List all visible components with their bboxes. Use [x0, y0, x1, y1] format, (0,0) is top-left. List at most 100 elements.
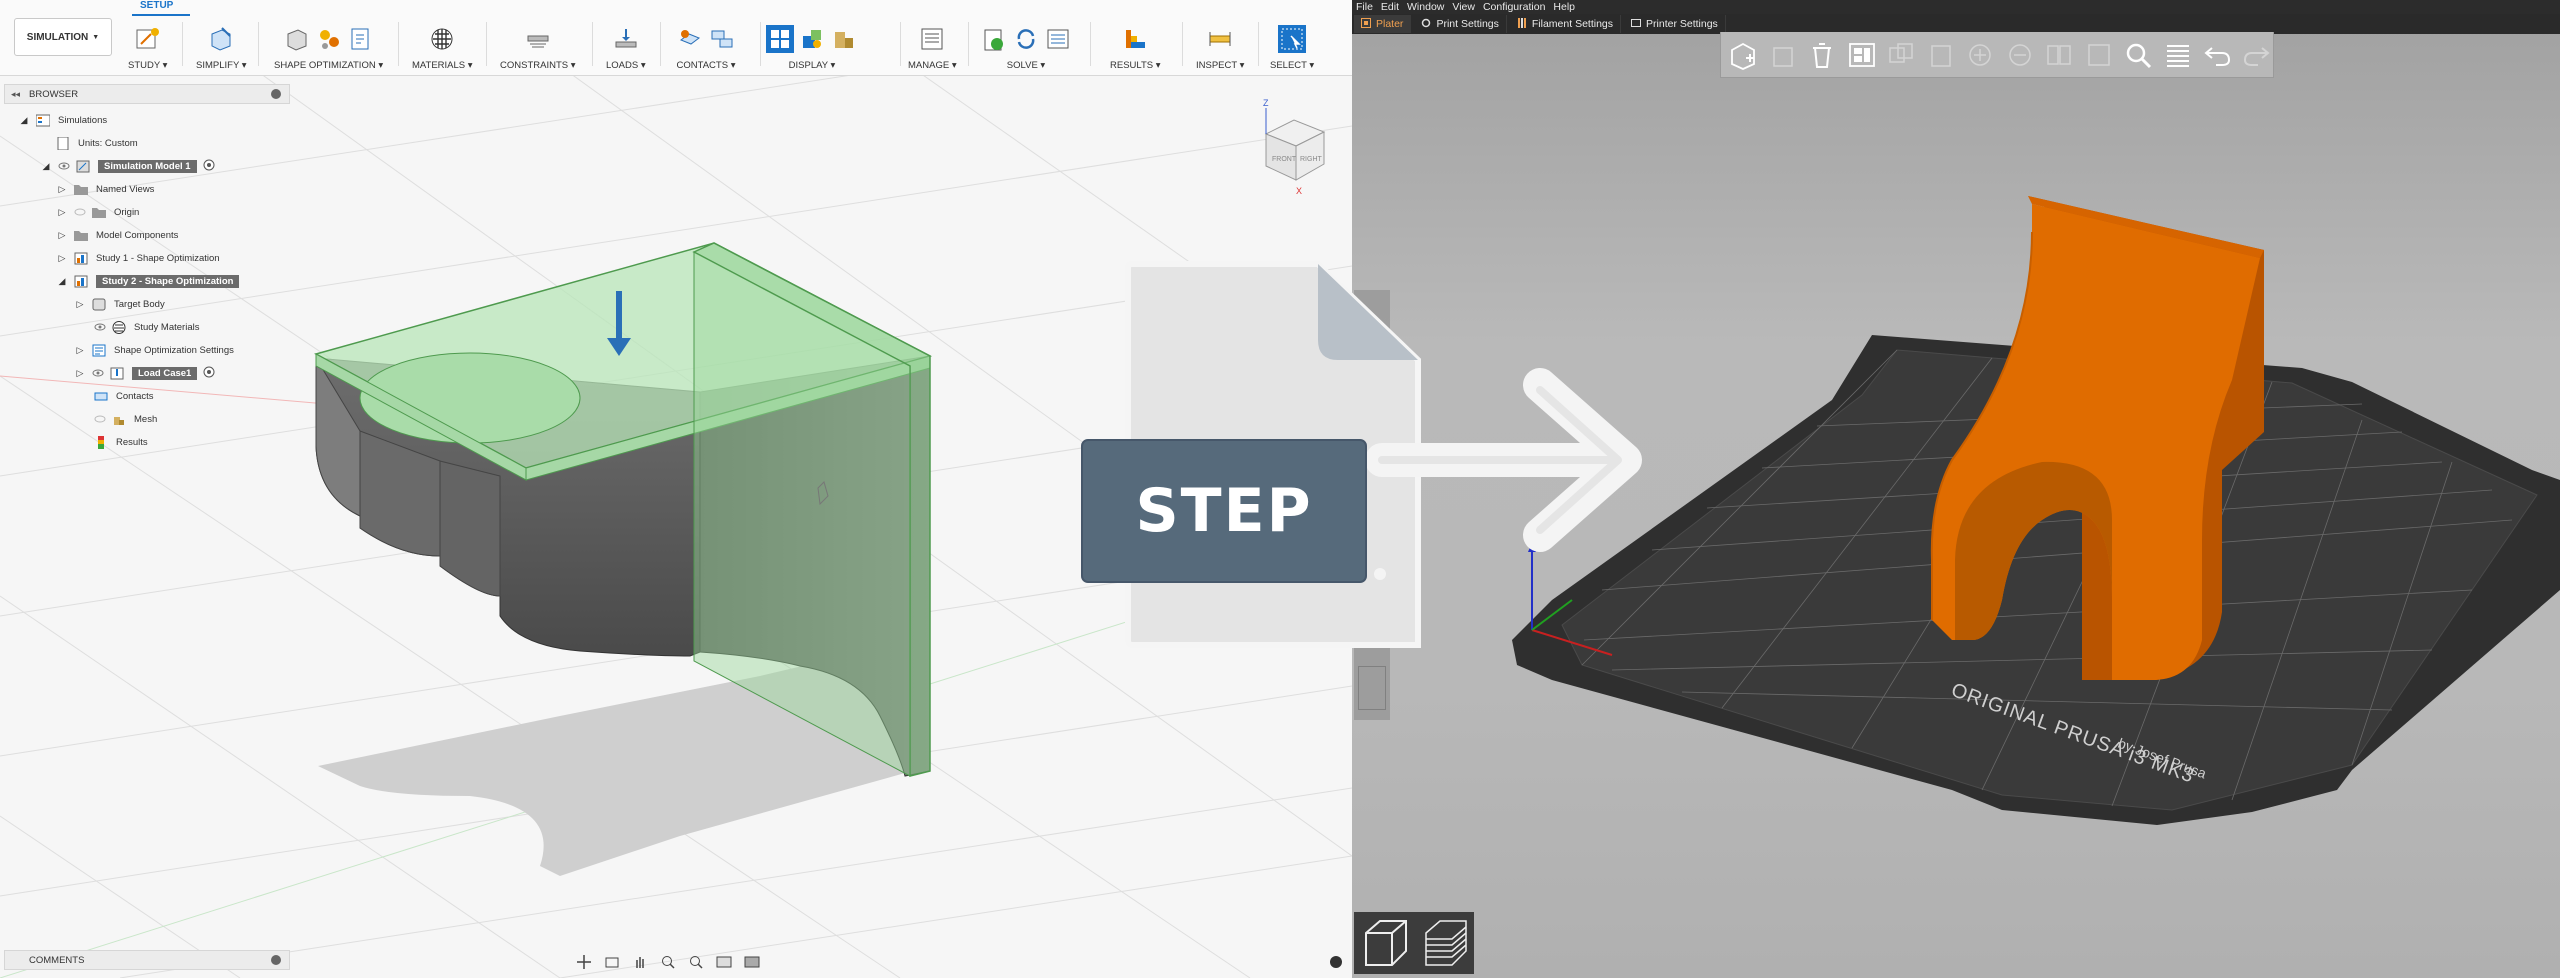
fit-icon[interactable]	[687, 953, 705, 971]
toolbar-group-contacts[interactable]: CONTACTS ▾	[676, 20, 736, 71]
printed-model[interactable]	[1930, 196, 2264, 680]
expand-triangle-icon[interactable]: ▷	[56, 229, 68, 241]
preview-layers-icon[interactable]	[1418, 915, 1474, 971]
orbit-icon[interactable]	[575, 953, 593, 971]
expand-triangle-icon[interactable]: ▷	[56, 183, 68, 195]
tree-node-study-2[interactable]: ◢ Study 2 - Shape Optimization	[56, 271, 240, 291]
manual-contacts-icon[interactable]	[708, 25, 736, 53]
tree-node-model-components[interactable]: ▷ Model Components	[56, 225, 178, 245]
toolbar-group-manage[interactable]: MANAGE ▾	[908, 20, 957, 71]
close-icon[interactable]	[271, 955, 281, 965]
tree-node-study-materials[interactable]: Study Materials	[94, 317, 199, 337]
toolbar-group-constraints[interactable]: CONSTRAINTS ▾	[500, 20, 576, 71]
tree-node-contacts[interactable]: Contacts	[94, 386, 154, 406]
3d-view-icon[interactable]	[1358, 915, 1414, 971]
tree-node-load-case[interactable]: ▷ Load Case1	[74, 363, 215, 383]
layer-editing-icon[interactable]	[2162, 38, 2195, 72]
tree-node-origin[interactable]: ▷ Origin	[56, 202, 139, 222]
toolbar-group-simplify[interactable]: SIMPLIFY ▾	[196, 20, 247, 71]
workspace-switcher[interactable]: SIMULATION ▼	[14, 18, 112, 56]
display-settings-icon[interactable]	[766, 25, 794, 53]
toolbar-group-display[interactable]: DISPLAY ▾	[766, 20, 858, 71]
toolbar-group-inspect[interactable]: INSPECT ▾	[1196, 20, 1244, 71]
measure-icon[interactable]	[1206, 25, 1234, 53]
toolbar-group-solve[interactable]: SOLVE ▾	[980, 20, 1072, 71]
study-materials-icon[interactable]	[428, 25, 456, 53]
delete-all-icon[interactable]	[1806, 38, 1839, 72]
automatic-contacts-icon[interactable]	[676, 25, 704, 53]
display-settings-icon[interactable]	[715, 953, 733, 971]
tree-node-shape-optimization-settings[interactable]: ▷ Shape Optimization Settings	[74, 340, 234, 360]
undo-icon[interactable]	[2201, 38, 2234, 72]
arrange-icon[interactable]	[1846, 38, 1879, 72]
toolbar-group-materials[interactable]: MATERIALS ▾	[412, 20, 473, 71]
structural-constraints-icon[interactable]	[524, 25, 552, 53]
expand-triangle-icon[interactable]: ◢	[40, 160, 52, 172]
tab-plater[interactable]: Plater	[1354, 15, 1412, 33]
help-icon[interactable]	[1330, 956, 1342, 968]
results-icon[interactable]	[1121, 25, 1149, 53]
look-at-icon[interactable]	[603, 953, 621, 971]
grid-settings-icon[interactable]	[743, 953, 761, 971]
menu-configuration[interactable]: Configuration	[1483, 1, 1545, 13]
expand-triangle-icon[interactable]: ▷	[74, 344, 86, 356]
structural-loads-icon[interactable]	[612, 25, 640, 53]
eye-icon[interactable]	[58, 160, 70, 172]
tree-node-simulations[interactable]: ◢ Simulations	[18, 110, 107, 130]
expand-triangle-icon[interactable]: ◢	[56, 275, 68, 287]
select-icon[interactable]	[1278, 25, 1307, 53]
menu-view[interactable]: View	[1452, 1, 1475, 13]
menu-help[interactable]: Help	[1553, 1, 1575, 13]
prusa-3d-scene[interactable]: ORIGINAL PRUSA i3 MK3 by Josef Prusa	[1352, 0, 2560, 978]
radio-active-icon[interactable]	[203, 366, 215, 381]
search-icon[interactable]	[2122, 38, 2155, 72]
tree-node-simulation-model[interactable]: ◢ Simulation Model 1	[40, 156, 215, 176]
expand-triangle-icon[interactable]: ▷	[56, 252, 68, 264]
toolbar-group-loads[interactable]: LOADS ▾	[606, 20, 646, 71]
simplify-icon[interactable]	[207, 25, 235, 53]
eye-hidden-icon[interactable]	[74, 206, 86, 218]
shape-optimization-criteria-icon[interactable]	[347, 25, 375, 53]
expand-triangle-icon[interactable]: ▷	[74, 298, 86, 310]
solve-icon[interactable]	[1012, 25, 1040, 53]
tree-node-units[interactable]: Units: Custom	[56, 133, 138, 153]
tab-setup[interactable]: SETUP	[140, 0, 173, 11]
comments-panel-header[interactable]: COMMENTS	[4, 950, 290, 970]
add-object-icon[interactable]	[1727, 38, 1760, 72]
legend-options-icon[interactable]	[798, 25, 826, 53]
eye-icon[interactable]	[94, 321, 106, 333]
new-study-icon[interactable]	[134, 25, 162, 53]
job-status-icon[interactable]	[1044, 25, 1072, 53]
preserve-region-icon[interactable]	[283, 25, 311, 53]
toolbar-group-select[interactable]: SELECT ▾	[1270, 20, 1314, 71]
expand-triangle-icon[interactable]: ▷	[56, 206, 68, 218]
precheck-icon[interactable]	[980, 25, 1008, 53]
ghost-display-icon[interactable]	[830, 25, 858, 53]
menu-window[interactable]: Window	[1407, 1, 1444, 13]
tab-print-settings[interactable]: Print Settings	[1414, 15, 1507, 33]
toolbar-group-study[interactable]: STUDY ▾	[128, 20, 167, 71]
tree-node-results[interactable]: Results	[94, 432, 148, 452]
close-icon[interactable]	[271, 89, 281, 99]
tree-node-study-1[interactable]: ▷ Study 1 - Shape Optimization	[56, 248, 220, 268]
load-case-attributes-icon[interactable]	[315, 25, 343, 53]
collapse-panel-icon[interactable]: ◂◂	[11, 89, 20, 100]
tab-filament-settings[interactable]: Filament Settings	[1510, 15, 1622, 33]
browser-panel-header[interactable]: ◂◂ BROWSER	[4, 84, 290, 104]
menu-edit[interactable]: Edit	[1381, 1, 1399, 13]
tree-node-target-body[interactable]: ▷ Target Body	[74, 294, 165, 314]
expand-triangle-icon[interactable]: ▷	[74, 367, 86, 379]
radio-active-icon[interactable]	[203, 159, 215, 174]
toolbar-group-results[interactable]: RESULTS ▾	[1110, 20, 1161, 71]
tab-printer-settings[interactable]: Printer Settings	[1624, 15, 1726, 33]
tree-node-mesh[interactable]: Mesh	[94, 409, 157, 429]
menu-file[interactable]: File	[1356, 1, 1373, 13]
expand-triangle-icon[interactable]: ◢	[18, 114, 30, 126]
eye-icon[interactable]	[92, 367, 104, 379]
settings-icon[interactable]	[918, 25, 946, 53]
toolbar-group-shape-optimization[interactable]: SHAPE OPTIMIZATION ▾	[274, 20, 383, 71]
zoom-icon[interactable]	[659, 953, 677, 971]
tree-node-named-views[interactable]: ▷ Named Views	[56, 179, 154, 199]
pan-icon[interactable]	[631, 953, 649, 971]
eye-hidden-icon[interactable]	[94, 413, 106, 425]
